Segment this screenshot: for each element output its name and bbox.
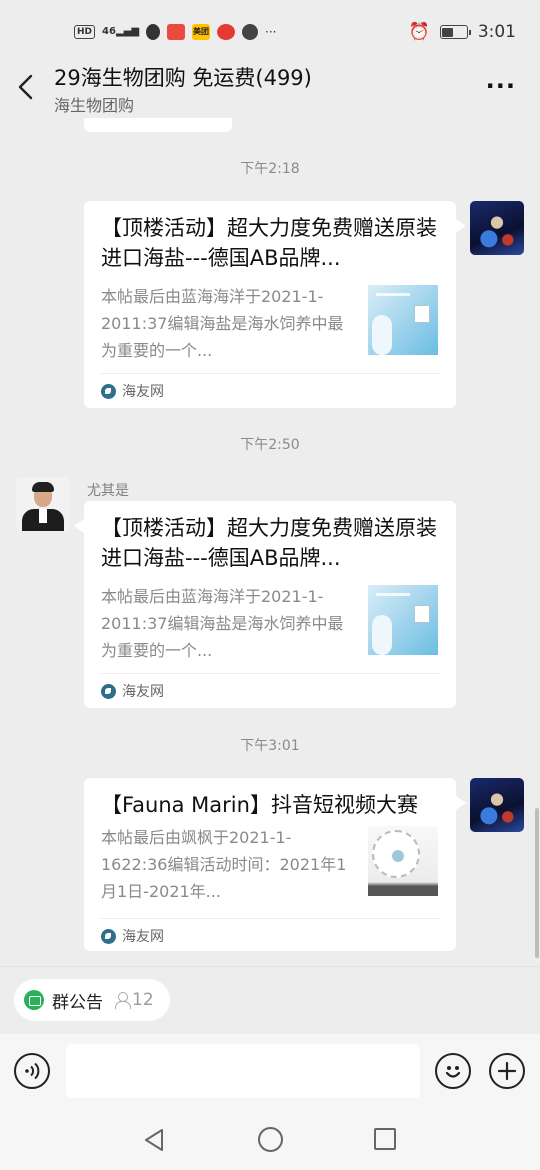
sender-name: 尤其是: [87, 483, 129, 499]
status-bar: HD 46▂▄▆ 美团 ··· ⏰ 3:01: [0, 0, 540, 64]
card-title: 【顶楼活动】超大力度免费赠送原装进口海盐---德国AB品牌...: [101, 516, 437, 570]
group-notice-button[interactable]: 群公告 12: [14, 979, 170, 1021]
card-description: 本帖最后由飒枫于2021-1-1622:36编辑活动时间：2021年1月1日-2…: [101, 828, 347, 901]
chat-header: 29海生物团购 免运费(499) 海生物团购 ···: [0, 62, 540, 118]
group-notice-label: 群公告: [52, 992, 103, 1013]
card-thumbnail: [368, 585, 438, 655]
voice-icon: [25, 1062, 40, 1080]
system-nav-bar: [0, 1110, 540, 1170]
card-thumbnail: [368, 285, 438, 355]
qq-icon: [146, 24, 161, 40]
meituan-icon: 美团: [192, 24, 211, 40]
card-divider: [101, 673, 439, 674]
nav-recent-icon[interactable]: [374, 1128, 396, 1150]
battery-icon: [439, 25, 471, 39]
scrollbar[interactable]: [535, 808, 539, 958]
timestamp: 下午3:01: [240, 738, 300, 754]
notice-bar: 群公告 12: [0, 966, 540, 1034]
card-source: 海友网: [101, 926, 164, 946]
nav-back-icon[interactable]: [142, 1127, 166, 1153]
network-type: 46: [102, 26, 116, 37]
qr-code-icon: [414, 305, 430, 323]
emoji-button[interactable]: [435, 1053, 471, 1089]
card-source: 海友网: [101, 681, 164, 701]
notice-count-value: 12: [132, 990, 154, 1010]
send-app-icon: [242, 24, 259, 40]
avatar-self[interactable]: [470, 201, 524, 255]
video-app-icon: [217, 24, 236, 40]
timestamp: 下午2:18: [240, 161, 300, 177]
chat-subtitle: 海生物团购: [54, 96, 135, 115]
status-bar-right: ⏰ 3:01: [409, 22, 516, 42]
message-input-bar: [0, 1034, 540, 1110]
qr-code-icon: [414, 605, 430, 623]
chevron-left-icon: [18, 74, 33, 100]
nav-home-icon[interactable]: [258, 1127, 283, 1152]
card-source: 海友网: [101, 381, 164, 401]
message-input[interactable]: [66, 1044, 420, 1098]
card-divider: [101, 918, 439, 919]
status-time: 3:01: [477, 22, 516, 42]
card-source-label: 海友网: [122, 684, 164, 700]
haiyou-logo-icon: [101, 683, 116, 699]
battery-level: [442, 27, 453, 37]
card-description: 本帖最后由蓝海海洋于2021-1-2011:37编辑海盐是海水饲养中最为重要的一…: [101, 587, 344, 660]
alarm-icon: ⏰: [408, 22, 430, 42]
more-notifications-icon: ···: [265, 25, 277, 39]
plus-icon: [497, 1061, 517, 1081]
hd-icon: HD: [74, 25, 96, 39]
announcement-icon: [24, 990, 44, 1010]
chat-title: 29海生物团购 免运费(499): [54, 66, 312, 90]
avatar-sender[interactable]: [16, 477, 70, 531]
timestamp: 下午2:50: [240, 437, 300, 453]
status-bar-left: HD 46▂▄▆ 美团 ···: [74, 24, 276, 40]
card-title: 【顶楼活动】超大力度免费赠送原装进口海盐---德国AB品牌...: [101, 216, 437, 270]
card-thumbnail: [368, 826, 438, 896]
emoji-icon: [445, 1066, 461, 1078]
chat-message-list[interactable]: 下午2:18 【顶楼活动】超大力度免费赠送原装进口海盐---德国AB品牌... …: [0, 118, 540, 966]
haiyou-logo-icon: [101, 928, 116, 944]
notification-app-icon: [167, 24, 186, 40]
card-title: 【Fauna Marin】抖音短视频大赛: [101, 793, 418, 817]
link-card[interactable]: 【顶楼活动】超大力度免费赠送原装进口海盐---德国AB品牌... 本帖最后由蓝海…: [84, 201, 466, 408]
card-source-label: 海友网: [122, 929, 164, 945]
person-icon: [115, 992, 131, 1009]
signal-icon: 46▂▄▆: [102, 26, 140, 37]
card-divider: [101, 373, 439, 374]
voice-button[interactable]: [14, 1053, 50, 1089]
avatar-self[interactable]: [470, 778, 524, 832]
link-card[interactable]: 【顶楼活动】超大力度免费赠送原装进口海盐---德国AB品牌... 本帖最后由蓝海…: [74, 501, 456, 708]
previous-message-bubble[interactable]: [84, 118, 232, 132]
link-card[interactable]: 【Fauna Marin】抖音短视频大赛 本帖最后由飒枫于2021-1-1622…: [84, 778, 466, 951]
card-description: 本帖最后由蓝海海洋于2021-1-2011:37编辑海盐是海水饲养中最为重要的一…: [101, 287, 344, 360]
back-button[interactable]: [14, 72, 40, 102]
card-source-label: 海友网: [122, 384, 164, 400]
plus-button[interactable]: [489, 1053, 525, 1089]
notice-member-count: 12: [115, 990, 154, 1010]
more-options-button[interactable]: ···: [486, 74, 516, 98]
haiyou-logo-icon: [101, 383, 116, 399]
